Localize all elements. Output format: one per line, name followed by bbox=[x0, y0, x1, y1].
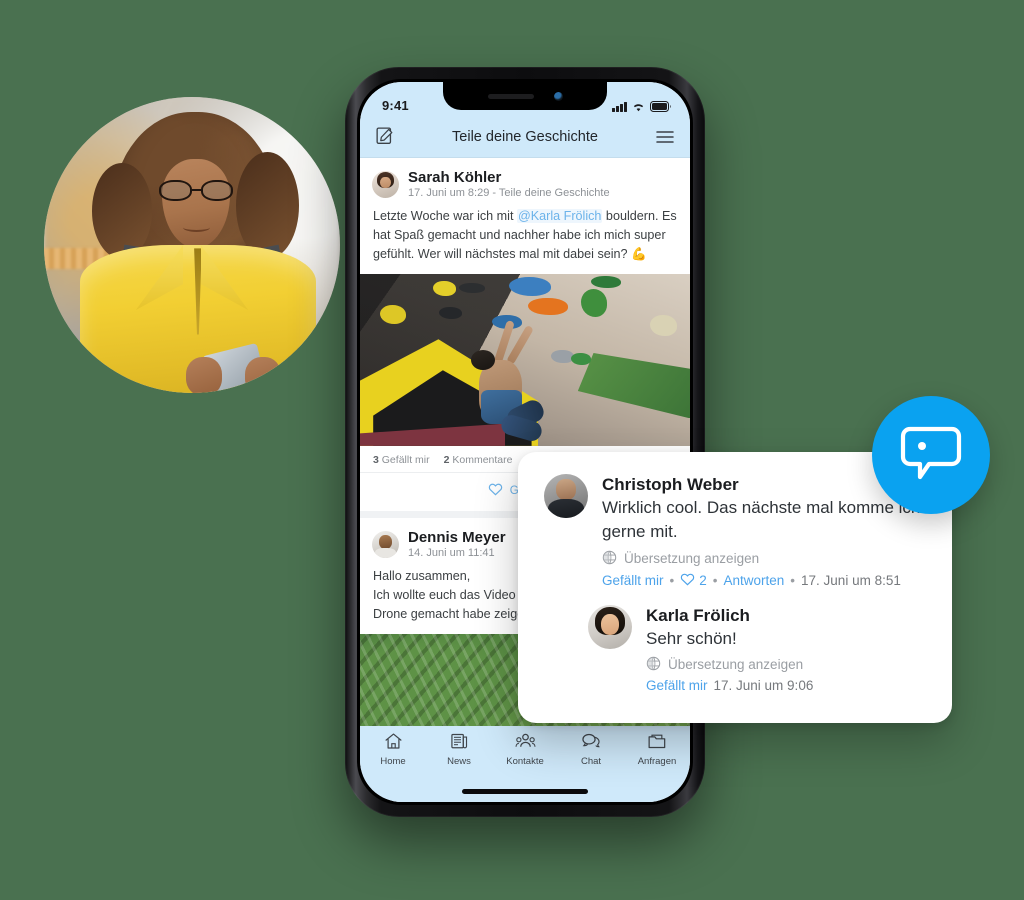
avatar[interactable] bbox=[372, 530, 399, 558]
home-icon bbox=[384, 732, 403, 753]
app-header: Teile deine Geschichte bbox=[360, 116, 690, 158]
comment-like-button[interactable]: Gefällt mir bbox=[602, 573, 664, 588]
climbing-hold bbox=[439, 306, 463, 319]
app-title: Teile deine Geschichte bbox=[452, 128, 598, 145]
comment-karla-froelich: Karla Frölich Sehr schön! Übersetzung an… bbox=[544, 604, 926, 693]
status-indicators bbox=[612, 101, 672, 113]
compose-icon[interactable] bbox=[374, 126, 396, 148]
cellular-bars-icon bbox=[612, 102, 627, 112]
portrait-hand-left bbox=[186, 357, 222, 393]
post-author-name[interactable]: Dennis Meyer bbox=[408, 529, 506, 546]
comment-heart-count[interactable]: 2 bbox=[680, 572, 707, 589]
separator: • bbox=[790, 572, 796, 588]
show-translation-button[interactable]: Übersetzung anzeigen bbox=[646, 656, 926, 674]
climbing-hold bbox=[571, 353, 591, 366]
earpiece-speaker bbox=[487, 93, 534, 99]
comment-timestamp: 17. Juni um 9:06 bbox=[713, 677, 814, 693]
portrait-smile bbox=[183, 223, 210, 232]
comment-timestamp: 17. Juni um 8:51 bbox=[801, 572, 901, 588]
comment-reply-button[interactable]: Antworten bbox=[724, 573, 785, 588]
climber-head bbox=[471, 350, 496, 371]
avatar[interactable] bbox=[544, 474, 588, 518]
portrait-hand-right bbox=[245, 357, 281, 393]
tab-label: Anfragen bbox=[637, 756, 677, 767]
user-mention-link[interactable]: @Karla Frölich bbox=[516, 209, 603, 224]
separator: • bbox=[712, 572, 718, 588]
post-text-before: Letzte Woche war ich mit bbox=[373, 209, 517, 224]
tab-home[interactable]: Home bbox=[360, 732, 426, 767]
heart-icon bbox=[680, 572, 695, 589]
climber-figure bbox=[459, 320, 551, 446]
climbing-hold bbox=[379, 304, 407, 324]
comment-body: Karla Frölich Sehr schön! Übersetzung an… bbox=[646, 605, 926, 693]
show-translation-label: Übersetzung anzeigen bbox=[624, 551, 760, 566]
post-header: Sarah Köhler 17. Juni um 8:29 - Teile de… bbox=[360, 158, 690, 205]
chat-bubble-icon bbox=[900, 424, 962, 487]
tab-news[interactable]: News bbox=[426, 732, 492, 767]
avatar[interactable] bbox=[588, 604, 632, 649]
battery-icon bbox=[650, 101, 672, 112]
contacts-people-icon bbox=[514, 732, 536, 753]
post-text: Letzte Woche war ich mit @Karla Frölich … bbox=[360, 205, 690, 274]
show-translation-label: Übersetzung anzeigen bbox=[668, 657, 804, 673]
heart-icon bbox=[488, 482, 503, 501]
tab-label: Chat bbox=[580, 756, 602, 767]
globe-icon bbox=[646, 656, 661, 674]
tab-label: Home bbox=[380, 756, 406, 767]
chat-bubble-icon bbox=[581, 732, 601, 753]
climbing-hold bbox=[459, 282, 486, 293]
comment-action-row: Gefällt mir 17. Juni um 9:06 bbox=[646, 678, 926, 693]
post-timestamp: 17. Juni um 8:29 - Teile deine Geschicht… bbox=[408, 187, 610, 200]
hero-portrait-photo bbox=[44, 97, 340, 393]
phone-notch bbox=[443, 82, 607, 110]
comment-like-button[interactable]: Gefällt mir bbox=[646, 678, 708, 693]
post-image-bouldering[interactable] bbox=[360, 273, 690, 446]
climbing-hold bbox=[650, 315, 677, 336]
avatar[interactable] bbox=[372, 170, 399, 198]
wall-green-panel bbox=[577, 353, 690, 419]
bottom-tab-bar[interactable]: Home News Kontakte Chat Anfragen bbox=[360, 726, 690, 780]
tab-label: News bbox=[447, 756, 471, 767]
climbing-hold bbox=[528, 298, 568, 316]
wifi-icon bbox=[632, 102, 645, 112]
tab-label: Kontakte bbox=[506, 756, 544, 767]
climbing-hold bbox=[508, 277, 552, 297]
status-time: 9:41 bbox=[382, 98, 409, 113]
separator: • bbox=[669, 572, 675, 588]
climbing-hold bbox=[591, 275, 621, 288]
comment-action-row: Gefällt mir • 2 • Antworten • 17. Juni u… bbox=[602, 572, 926, 589]
climbing-hold bbox=[581, 289, 608, 317]
front-camera bbox=[553, 91, 563, 101]
hamburger-menu-icon[interactable] bbox=[654, 126, 676, 148]
comment-body: Christoph Weber Wirklich cool. Das nächs… bbox=[602, 474, 926, 589]
globe-icon bbox=[602, 550, 617, 568]
comment-text: Sehr schön! bbox=[646, 628, 737, 648]
post-like-count[interactable]: 3 Gefällt mir bbox=[373, 454, 430, 466]
show-translation-button[interactable]: Übersetzung anzeigen bbox=[602, 550, 926, 568]
chat-floating-action-button[interactable] bbox=[872, 396, 990, 514]
newspaper-icon bbox=[450, 732, 469, 753]
tab-anfragen[interactable]: Anfragen bbox=[624, 732, 690, 767]
folder-icon bbox=[647, 732, 667, 753]
post-author-name[interactable]: Sarah Köhler bbox=[408, 169, 610, 186]
home-indicator[interactable] bbox=[360, 780, 690, 802]
heart-count-value: 2 bbox=[699, 572, 707, 588]
comment-christoph-weber: Christoph Weber Wirklich cool. Das nächs… bbox=[544, 474, 926, 589]
portrait-glasses bbox=[159, 179, 234, 201]
tab-kontakte[interactable]: Kontakte bbox=[492, 732, 558, 767]
comment-author-name[interactable]: Karla Frölich bbox=[646, 605, 926, 626]
comment-text: Wirklich cool. Das nächste mal komme ich… bbox=[602, 498, 921, 542]
climbing-hold bbox=[432, 280, 456, 297]
post-comment-count[interactable]: 2 Kommentare bbox=[444, 454, 513, 466]
post-timestamp: 14. Juni um 11:41 bbox=[408, 547, 495, 560]
tab-chat[interactable]: Chat bbox=[558, 732, 624, 767]
